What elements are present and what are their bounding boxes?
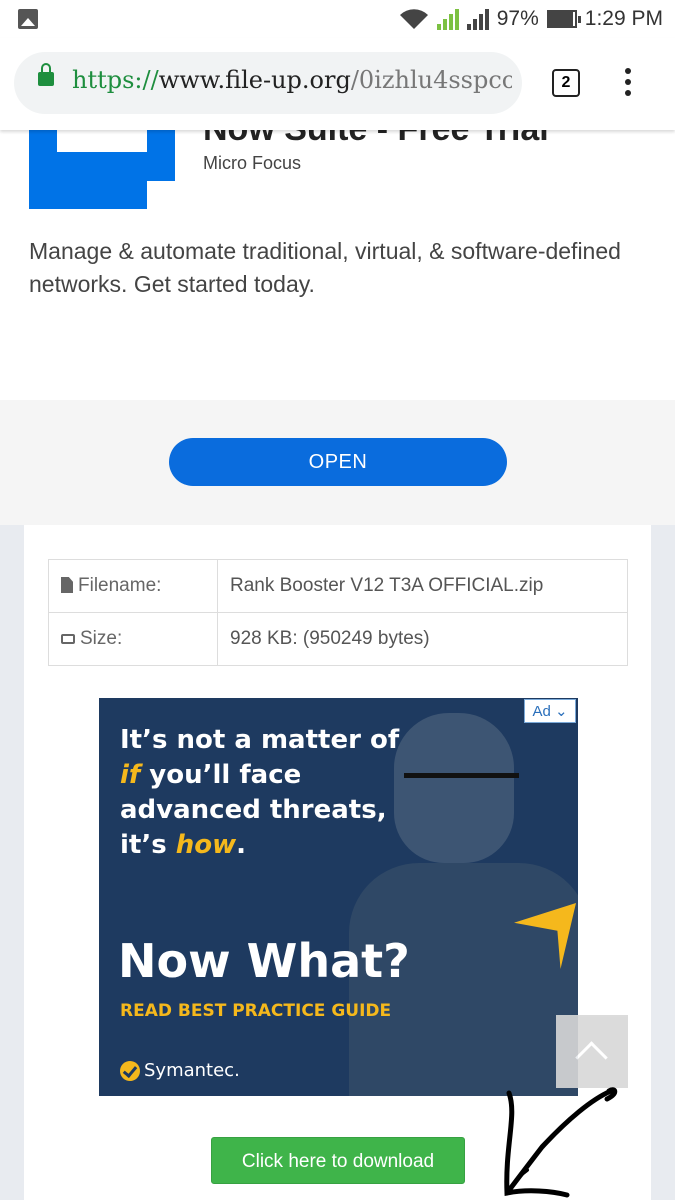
chevron-down-icon: ⌄: [554, 703, 568, 720]
url-scheme: https://: [72, 66, 159, 94]
line-4-end: .: [236, 830, 247, 860]
url-host: www.file-up.org: [158, 66, 351, 94]
banner-headline: Now What?: [118, 934, 410, 988]
download-button[interactable]: Click here to download: [211, 1137, 465, 1184]
how-word: how: [175, 830, 237, 860]
file-info-table: Filename: Rank Booster V12 T3A OFFICIAL.…: [48, 559, 628, 666]
ad-copy-line-1: It’s not a matter of: [120, 725, 400, 755]
file-icon: [61, 577, 73, 593]
ad-brand: Micro Focus: [203, 153, 302, 173]
battery-icon: [546, 10, 581, 28]
filename-label-cell: Filename:: [48, 559, 218, 613]
filename-value: Rank Booster V12 T3A OFFICIAL.zip: [217, 559, 628, 613]
size-label: Size:: [80, 628, 123, 649]
data-signal-icon: [436, 8, 459, 30]
hand-drawn-arrow-annotation: [504, 1087, 618, 1198]
back-to-top-button[interactable]: [556, 1015, 628, 1088]
image-notification-icon: [18, 9, 38, 29]
wifi-icon: [399, 9, 428, 30]
tab-switcher-button[interactable]: 2: [552, 69, 580, 97]
ad-copy-line-4: it’s how.: [120, 828, 399, 863]
symantec-brand: Symantec.: [144, 1060, 240, 1081]
cell-signal-icon: [466, 8, 489, 30]
ad-copy: It’s not a matter of if you’ll face adva…: [120, 723, 399, 863]
symantec-banner-ad[interactable]: It’s not a matter of if you’ll face adva…: [99, 698, 578, 1096]
clock: 1:29 PM: [584, 7, 663, 30]
ad-tag-label: Ad: [532, 703, 551, 720]
size-label-cell: Size:: [48, 612, 218, 666]
checkmark-icon: [120, 1060, 140, 1081]
url-path: /0izhlu4sspco: [350, 66, 512, 94]
if-word: if: [120, 760, 141, 790]
line-4-start: it’s: [120, 830, 176, 860]
address-bar[interactable]: https://www.file-up.org/0izhlu4sspco: [14, 52, 522, 114]
url-text[interactable]: https://www.file-up.org/0izhlu4sspco: [72, 66, 512, 94]
line-2-rest: you’ll face: [140, 760, 302, 790]
hard-drive-icon: [61, 634, 75, 644]
symantec-logo: Symantec.: [120, 1060, 240, 1081]
filename-label: Filename:: [78, 575, 162, 596]
ad-description: Manage & automate traditional, virtual, …: [29, 238, 621, 297]
ad-choices-badge[interactable]: Ad ⌄: [524, 699, 576, 723]
browser-toolbar: https://www.file-up.org/0izhlu4sspco 2: [0, 38, 675, 130]
battery-percent: 97%: [496, 7, 539, 30]
size-value: 928 KB: (950249 bytes): [217, 612, 628, 666]
overflow-menu-icon[interactable]: [624, 68, 632, 98]
micro-focus-logo: [29, 130, 175, 209]
lock-icon: [38, 63, 54, 86]
open-button[interactable]: OPEN: [169, 438, 507, 486]
status-bar: 97% 1:29 PM: [0, 0, 675, 38]
table-row: Filename: Rank Booster V12 T3A OFFICIAL.…: [48, 559, 628, 613]
ad-copy-line-3: advanced threats,: [120, 795, 387, 825]
native-ad-card[interactable]: Now Suite - Free Trial Micro Focus Manag…: [0, 110, 675, 400]
ad-copy-line-2: if you’ll face: [120, 758, 399, 793]
banner-cta[interactable]: READ BEST PRACTICE GUIDE: [120, 1001, 391, 1021]
table-row: Size: 928 KB: (950249 bytes): [48, 612, 628, 666]
status-indicators: 97% 1:29 PM: [399, 4, 663, 34]
ad-card-footer: OPEN: [0, 400, 675, 525]
